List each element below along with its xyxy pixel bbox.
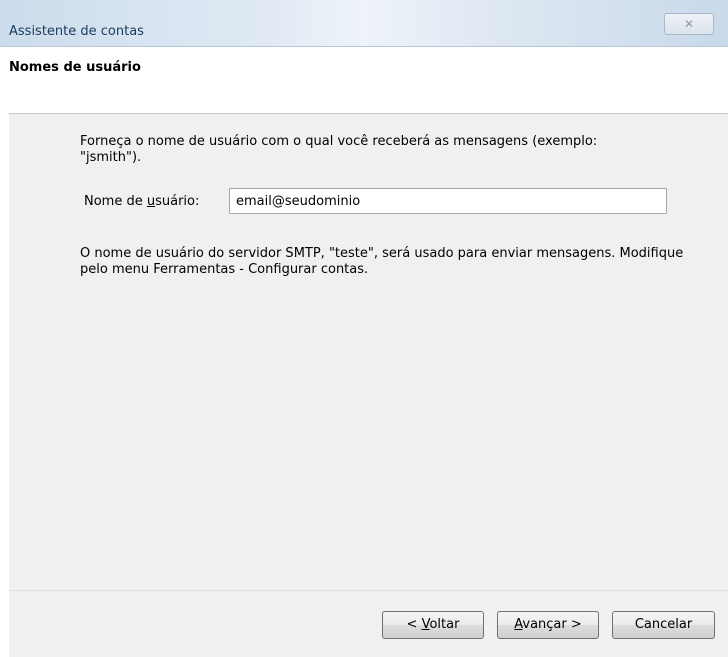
next-label-end: vançar >	[522, 617, 582, 632]
page-title: Nomes de usuário	[9, 60, 141, 75]
username-label-accesskey: u	[146, 194, 156, 209]
account-wizard-window: Assistente de contas ✕ Nomes de usuário …	[0, 0, 728, 657]
username-label: Nome de usuário:	[84, 194, 199, 209]
window-title: Assistente de contas	[9, 24, 144, 39]
title-bar[interactable]: Assistente de contas ✕	[0, 0, 728, 47]
cancel-button[interactable]: Cancelar	[612, 611, 715, 639]
smtp-info-text: O nome de usuário do servidor SMTP, "tes…	[80, 246, 684, 277]
username-label-end: suário:	[155, 194, 200, 209]
next-button[interactable]: Avançar >	[497, 611, 599, 639]
username-input[interactable]	[229, 188, 667, 214]
close-button[interactable]: ✕	[664, 13, 714, 35]
close-icon: ✕	[683, 17, 695, 31]
username-label-start: Nome de	[84, 194, 147, 209]
intro-text: Forneça o nome de usuário com o qual voc…	[80, 134, 598, 165]
back-button[interactable]: < Voltar	[382, 611, 484, 639]
back-label-end: oltar	[429, 617, 460, 632]
wizard-footer: < Voltar Avançar > Cancelar	[9, 591, 728, 657]
wizard-body: Forneça o nome de usuário com o qual voc…	[9, 114, 728, 590]
back-label-start: <	[406, 617, 422, 632]
wizard-header: Nomes de usuário	[9, 47, 728, 113]
